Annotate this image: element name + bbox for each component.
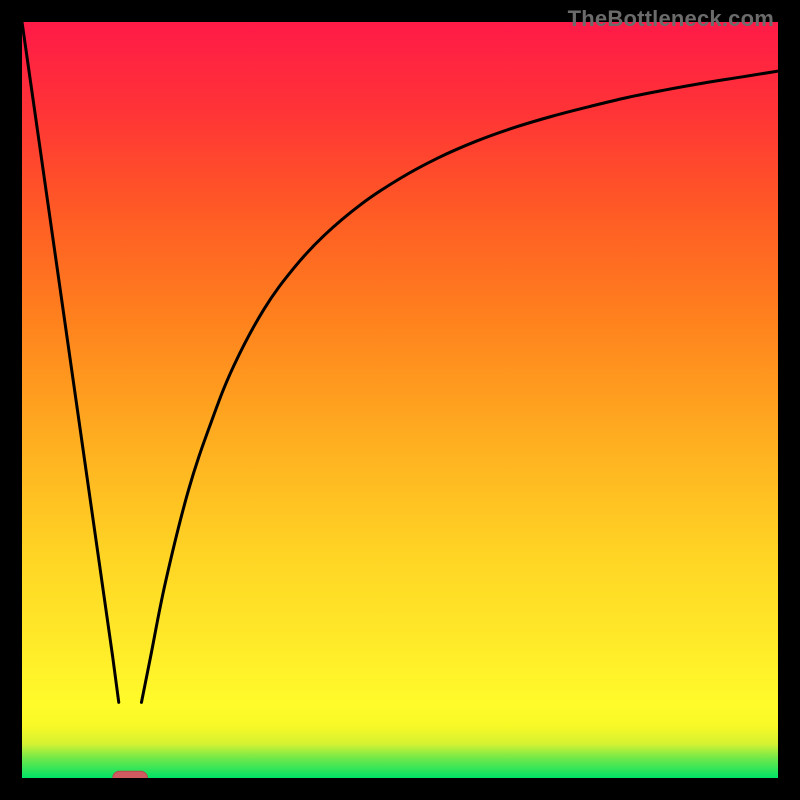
minimum-marker	[113, 771, 148, 778]
bottleneck-chart	[22, 22, 778, 778]
chart-frame: TheBottleneck.com	[0, 0, 800, 800]
watermark-text: TheBottleneck.com	[568, 6, 774, 32]
plot-area	[22, 22, 778, 778]
gradient-background	[22, 22, 778, 778]
